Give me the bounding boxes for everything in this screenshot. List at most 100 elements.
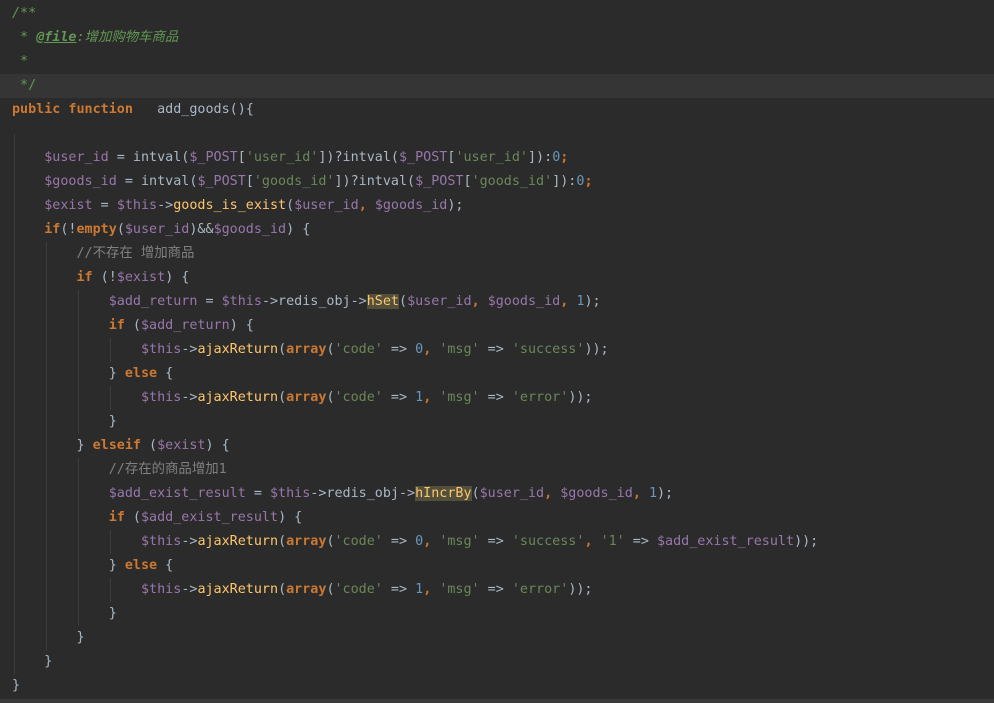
code-token: $_POST — [189, 150, 238, 165]
code-line[interactable]: if (!$exist) { — [0, 266, 994, 290]
code-token: $this — [141, 534, 182, 549]
code-line[interactable]: $user_id = intval($_POST['user_id'])?int… — [0, 146, 994, 170]
code-line[interactable]: $goods_id = intval($_POST['goods_id'])?i… — [0, 170, 994, 194]
code-token: ( — [278, 582, 287, 597]
code-token: )); — [584, 342, 609, 357]
code-line-text: $user_id = intval($_POST['user_id'])?int… — [12, 146, 568, 170]
code-line-text: } else { — [12, 554, 174, 578]
code-token: $user_id — [407, 294, 472, 309]
code-line[interactable]: * @file:增加购物车商品 — [0, 26, 994, 50]
code-token: goods_is_exist — [173, 198, 287, 213]
code-line[interactable]: //不存在 增加商品 — [0, 242, 994, 266]
code-line[interactable]: } — [0, 650, 994, 674]
code-token: public function — [12, 102, 133, 117]
code-token: [ — [237, 150, 246, 165]
code-token: ajaxReturn — [197, 390, 279, 405]
code-token: $add_return — [108, 294, 198, 309]
code-line[interactable]: } elseif ($exist) { — [0, 434, 994, 458]
code-line-text: } — [12, 602, 117, 626]
code-token: ( — [326, 342, 335, 357]
code-line[interactable]: if ($add_return) { — [0, 314, 994, 338]
code-token: ); — [447, 198, 464, 213]
code-token: 'success' — [511, 342, 585, 357]
code-token: ( — [278, 390, 287, 405]
code-line[interactable]: } else { — [0, 362, 994, 386]
code-line[interactable]: /** — [0, 2, 994, 26]
code-line[interactable]: } — [0, 410, 994, 434]
code-token: (! — [60, 222, 77, 237]
code-token: if — [108, 318, 125, 333]
code-line-text: $this->ajaxReturn(array('code' => 1, 'ms… — [12, 578, 593, 602]
code-line[interactable]: $this->ajaxReturn(array('code' => 1, 'ms… — [0, 578, 994, 602]
code-line[interactable]: $this->ajaxReturn(array('code' => 1, 'ms… — [0, 386, 994, 410]
code-line[interactable]: } — [0, 674, 994, 698]
code-token: $this — [141, 582, 182, 597]
code-line[interactable]: } else { — [0, 554, 994, 578]
code-editor[interactable]: /** * @file:增加购物车商品 * */ public function … — [0, 0, 994, 703]
code-token: //存在的商品增加1 — [108, 462, 227, 477]
code-token: ( — [124, 510, 141, 525]
code-token: $goods_id — [44, 174, 117, 189]
code-token: 'msg' — [439, 582, 480, 597]
code-line[interactable] — [0, 122, 994, 146]
code-token: ; — [584, 174, 593, 189]
code-token: $add_exist_result — [141, 510, 279, 525]
code-line[interactable]: $add_return = $this->redis_obj->hSet($us… — [0, 290, 994, 314]
code-token: ) { — [278, 510, 303, 525]
code-token: 'code' — [334, 342, 383, 357]
code-line[interactable]: $exist = $this->goods_is_exist($user_id,… — [0, 194, 994, 218]
code-token: -> — [157, 198, 174, 213]
code-token: } — [12, 606, 117, 621]
code-token: } — [76, 438, 93, 453]
code-token: 'user_id' — [455, 150, 528, 165]
code-token: 'success' — [511, 534, 585, 549]
code-line-text: * — [12, 50, 28, 74]
code-line[interactable]: //存在的商品增加1 — [0, 458, 994, 482]
code-line-text: $goods_id = intval($_POST['goods_id'])?i… — [12, 170, 593, 194]
code-line[interactable]: } — [0, 602, 994, 626]
code-line-text: } — [12, 650, 52, 674]
code-line[interactable]: $add_exist_result = $this->redis_obj->hI… — [0, 482, 994, 506]
code-line[interactable]: $this->ajaxReturn(array('code' => 0, 'ms… — [0, 530, 994, 554]
code-token: } — [108, 366, 125, 381]
code-token: $user_id — [124, 222, 190, 237]
code-token: ) { — [165, 270, 190, 285]
code-token: * — [12, 30, 37, 45]
code-token: $_POST — [415, 174, 464, 189]
code-line[interactable]: public function add_goods(){ — [0, 98, 994, 122]
code-token: { — [157, 558, 174, 573]
code-line-text: } — [12, 626, 84, 650]
code-token: (! — [92, 270, 117, 285]
code-token: empty — [76, 222, 117, 237]
code-token: else — [124, 366, 158, 381]
code-line[interactable]: $this->ajaxReturn(array('code' => 0, 'ms… — [0, 338, 994, 362]
code-token: $user_id — [44, 150, 109, 165]
code-token: //不存在 增加商品 — [76, 246, 195, 261]
code-token: ( — [399, 294, 408, 309]
code-token: $goods_id — [213, 222, 287, 237]
code-token: ( — [124, 318, 141, 333]
code-token: => — [382, 390, 416, 405]
code-line[interactable]: } — [0, 626, 994, 650]
code-token: = — [92, 198, 117, 213]
code-line-text: if ($add_return) { — [12, 314, 254, 338]
code-line-text: } — [12, 674, 20, 698]
code-token: if — [44, 222, 61, 237]
code-token: $this — [141, 390, 182, 405]
code-line[interactable]: */ — [0, 74, 994, 98]
code-token: ->redis_obj-> — [310, 486, 416, 501]
code-token: ); — [657, 486, 674, 501]
code-token: add_goods(){ — [132, 102, 254, 117]
code-token: 'msg' — [439, 390, 480, 405]
code-token: => — [479, 390, 512, 405]
code-line[interactable]: if(!empty($user_id)&&$goods_id) { — [0, 218, 994, 242]
code-token: array — [286, 342, 327, 357]
code-line[interactable]: * — [0, 50, 994, 74]
code-line[interactable]: if ($add_exist_result) { — [0, 506, 994, 530]
code-line-text: } — [12, 410, 117, 434]
code-token: = — [245, 486, 270, 501]
